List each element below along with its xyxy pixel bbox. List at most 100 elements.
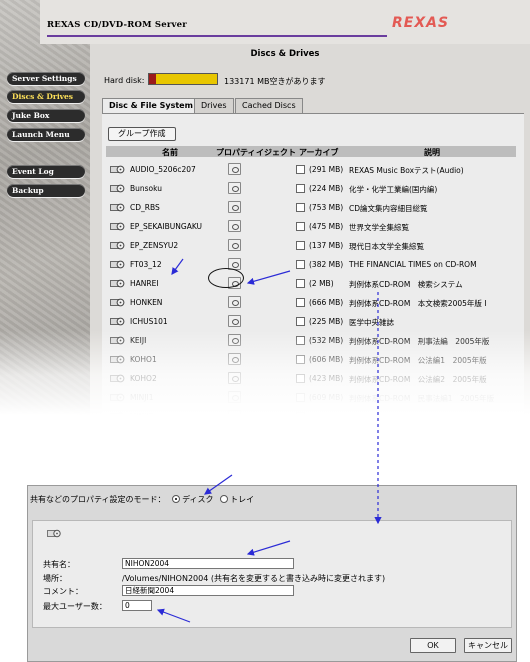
table-row: HANREI (2 MB) 判例体系CD-ROM 検索システム [106, 274, 516, 293]
disc-name: EP_SEKAIBUNGAKU [130, 222, 203, 231]
disc-name: FT03_12 [130, 260, 162, 269]
table-row: FT03_12 (382 MB) THE FINANCIAL TIMES on CD… [106, 255, 516, 274]
property-dialog: 共有などのプロパティ設定のモード： ディスク トレイ 共有名： 場所： /Vol… [27, 485, 517, 662]
sidebar-item-server-settings[interactable]: Server Settings [7, 72, 85, 85]
sidebar-item-event-log[interactable]: Event Log [7, 165, 85, 178]
archive-checkbox[interactable] [296, 241, 305, 250]
tab-cached-discs[interactable]: Cached Discs [235, 98, 303, 113]
mode-disc-label: ディスク [182, 495, 214, 504]
disc-description: REXAS Music Boxテスト(Audio) [349, 166, 464, 175]
disc-size: (291 MB) [309, 165, 344, 174]
table-header: 名前 プロパティ イジェクト アーカイブ 説明 [106, 146, 516, 157]
disc-name: HONKEN [130, 298, 163, 307]
table-row: ICHUS101 (225 MB) 医学中央雑誌 [106, 312, 516, 331]
archive-checkbox[interactable] [296, 203, 305, 212]
property-icon[interactable] [228, 163, 241, 175]
disc-drive-icon [110, 165, 125, 174]
mode-tray-radio[interactable] [220, 495, 229, 503]
disc-size: (475 MB) [309, 222, 344, 231]
max-users-label: 最大ユーザー数： [43, 602, 107, 611]
property-icon[interactable] [228, 182, 241, 194]
disc-description: 世界文学全集綜覧 [349, 223, 409, 232]
tab-disc-file-system[interactable]: Disc & File System [102, 98, 200, 114]
table-row: EP_ZENSYU2 (137 MB) 現代日本文学全集綜覧 [106, 236, 516, 255]
sidebar-item-launch-menu[interactable]: Launch Menu [7, 128, 85, 141]
disc-size: (753 MB) [309, 203, 344, 212]
title-rule [47, 35, 387, 37]
disk-usage-bar [148, 73, 218, 85]
disc-size: (224 MB) [309, 184, 344, 193]
property-icon[interactable] [228, 201, 241, 213]
comment-label: コメント： [43, 587, 83, 596]
sidebar-item-backup[interactable]: Backup [7, 184, 85, 197]
app-title: REXAS CD/DVD-ROM Server [47, 20, 187, 30]
mode-disc-radio[interactable] [172, 495, 181, 503]
disc-name: CD_RBS [130, 203, 160, 212]
archive-checkbox[interactable] [296, 184, 305, 193]
disc-description: 化学・化学工業編(国内編) [349, 185, 438, 194]
disc-name: AUDIO_5206c207 [130, 165, 196, 174]
disc-drive-icon [110, 317, 125, 326]
property-icon[interactable] [228, 239, 241, 251]
table-row: CD_RBS (753 MB) CD論文集内容細目総覧 [106, 198, 516, 217]
disc-drive-icon [110, 222, 125, 231]
col-property: プロパティ [216, 148, 256, 157]
table-row: EP_SEKAIBUNGAKU (475 MB) 世界文学全集綜覧 [106, 217, 516, 236]
property-icon[interactable] [228, 220, 241, 232]
disc-name: Bunsoku [130, 184, 163, 193]
disc-drive-icon [110, 298, 125, 307]
col-name: 名前 [162, 148, 178, 157]
disc-description: THE FINANCIAL TIMES on CD-ROM [349, 260, 477, 269]
table-row: Bunsoku (224 MB) 化学・化学工業編(国内編) [106, 179, 516, 198]
cancel-button[interactable]: キャンセル [464, 638, 512, 653]
share-name-label: 共有名： [43, 560, 75, 569]
property-icon[interactable] [228, 315, 241, 327]
disc-size: (137 MB) [309, 241, 344, 250]
comment-input[interactable] [122, 585, 294, 596]
tab-drives[interactable]: Drives [194, 98, 234, 113]
ok-button[interactable]: OK [410, 638, 456, 653]
disc-size: (666 MB) [309, 298, 344, 307]
disc-description: 現代日本文学全集綜覧 [349, 242, 424, 251]
mode-selector: 共有などのプロパティ設定のモード： ディスク トレイ [30, 494, 254, 505]
archive-checkbox[interactable] [296, 317, 305, 326]
rexas-logo: REXAS [392, 15, 450, 31]
max-users-input[interactable] [122, 600, 152, 611]
disc-description: CD論文集内容細目総覧 [349, 204, 428, 213]
disc-drive-icon [110, 260, 125, 269]
disk-free-text: 133171 MB空きがあります [224, 77, 326, 86]
disc-name: EP_ZENSYU2 [130, 241, 179, 250]
disk-usage-fill [149, 74, 156, 84]
disc-drive-icon [110, 184, 125, 193]
app-window: Server Settings Discs & Drives Juke Box … [0, 0, 530, 430]
disc-size: (2 MB) [309, 279, 334, 288]
location-value: /Volumes/NIHON2004 (共有名を変更すると書き込み時に変更されま… [122, 574, 386, 583]
share-name-input[interactable] [122, 558, 294, 569]
col-archive: アーカイブ [299, 148, 339, 157]
disc-drive-icon [110, 241, 125, 250]
disc-drive-icon [110, 279, 125, 288]
archive-checkbox[interactable] [296, 260, 305, 269]
header: REXAS CD/DVD-ROM Server REXAS [40, 0, 530, 44]
disc-description: 医学中央雑誌 [349, 318, 394, 327]
location-label: 場所： [43, 574, 67, 583]
disc-name: HANREI [130, 279, 159, 288]
fade-overlay [0, 330, 530, 430]
archive-checkbox[interactable] [296, 222, 305, 231]
sidebar-item-discs-drives[interactable]: Discs & Drives [7, 90, 85, 103]
archive-checkbox[interactable] [296, 165, 305, 174]
share-settings-panel: 共有名： 場所： /Volumes/NIHON2004 (共有名を変更すると書き… [32, 520, 512, 628]
disc-description: 判例体系CD-ROM 本文検索2005年版 I [349, 299, 487, 308]
sidebar-item-juke-box[interactable]: Juke Box [7, 109, 85, 122]
archive-checkbox[interactable] [296, 298, 305, 307]
property-icon[interactable] [228, 296, 241, 308]
disc-name: ICHUS101 [130, 317, 168, 326]
mode-tray-label: トレイ [230, 495, 255, 504]
table-row: HONKEN (666 MB) 判例体系CD-ROM 本文検索2005年版 I [106, 293, 516, 312]
mode-label: 共有などのプロパティ設定のモード： [30, 495, 166, 504]
disc-size: (382 MB) [309, 260, 344, 269]
create-group-button[interactable]: グループ作成 [108, 127, 176, 141]
small-disc-icon [47, 529, 61, 538]
archive-checkbox[interactable] [296, 279, 305, 288]
disc-size: (225 MB) [309, 317, 344, 326]
